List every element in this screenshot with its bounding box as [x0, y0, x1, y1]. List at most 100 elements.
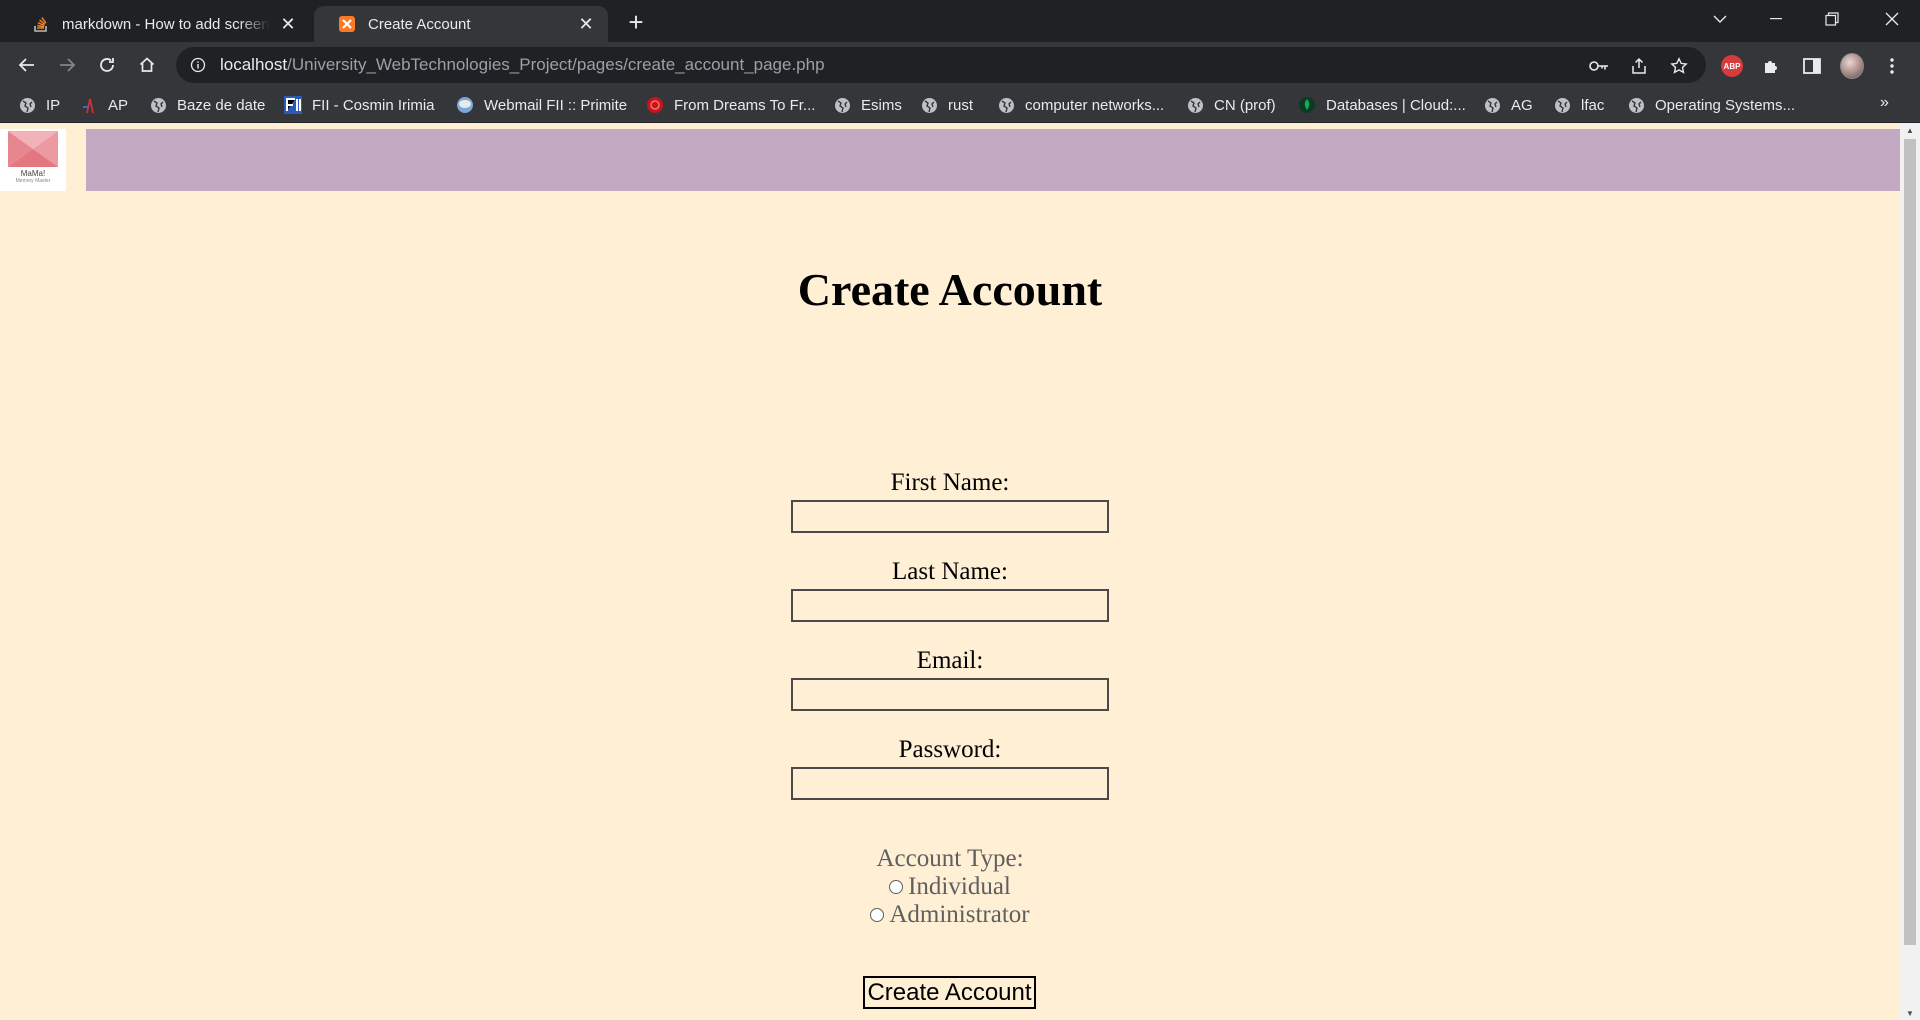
forward-button[interactable] — [51, 49, 83, 81]
first-name-label: First Name: — [890, 469, 1010, 496]
logo-subtext: Memory Master — [15, 178, 51, 184]
globe-icon — [833, 96, 851, 114]
radio-label: Individual — [908, 873, 1011, 900]
email-input[interactable] — [791, 678, 1109, 711]
bookmark-baze-de-date[interactable]: Baze de date — [149, 94, 265, 116]
bookmark-label: IP — [46, 96, 61, 114]
bookmark-label: Operating Systems... — [1655, 96, 1796, 114]
close-tab-icon[interactable]: ✕ — [576, 14, 596, 34]
bookmark-ap[interactable]: AP — [80, 94, 128, 116]
close-tab-icon[interactable]: ✕ — [278, 14, 298, 34]
extensions-puzzle-icon[interactable] — [1760, 54, 1784, 78]
password-label: Password: — [898, 736, 1002, 763]
radio-button-icon[interactable] — [889, 880, 904, 894]
page-viewport: MaMa! Memory Master Create Account First… — [0, 123, 1900, 1020]
account-type-label: Account Type: — [876, 845, 1024, 872]
bookmark-rust[interactable]: rust — [920, 94, 973, 116]
restore-button[interactable] — [1804, 0, 1860, 38]
radio-option-administrator[interactable]: Administrator — [0, 901, 1900, 929]
bookmark-webmail-fii[interactable]: Webmail FII :: Primite — [456, 94, 627, 116]
bookmark-ag[interactable]: AG — [1483, 94, 1533, 116]
back-button[interactable] — [11, 49, 43, 81]
share-icon[interactable] — [1628, 55, 1650, 77]
bookmark-label: rust — [948, 96, 974, 114]
webmail-icon — [456, 96, 474, 114]
globe-icon — [1186, 96, 1204, 114]
bookmark-label: Databases | Cloud:... — [1326, 96, 1466, 114]
bookmark-label: lfac — [1581, 96, 1605, 114]
new-tab-button[interactable]: + — [622, 7, 650, 37]
address-bar[interactable]: localhost/University_WebTechnologies_Pro… — [176, 47, 1706, 83]
xampp-icon — [338, 15, 356, 33]
bookmark-label: Webmail FII :: Primite — [484, 96, 628, 114]
reload-button[interactable] — [91, 49, 123, 81]
tab-search-icon[interactable] — [1692, 0, 1748, 38]
bookmark-computer-networks[interactable]: computer networks... — [997, 94, 1164, 116]
password-input[interactable] — [791, 767, 1109, 800]
minimize-button[interactable] — [1748, 0, 1804, 38]
bookmark-from-dreams[interactable]: From Dreams To Fr... — [646, 94, 815, 116]
globe-icon — [1627, 96, 1645, 114]
bookmark-label: computer networks... — [1025, 96, 1165, 114]
url-text: localhost/University_WebTechnologies_Pro… — [220, 55, 825, 74]
scrollbar-thumb[interactable] — [1904, 139, 1916, 945]
first-name-input[interactable] — [791, 500, 1109, 533]
bookmark-cn-prof[interactable]: CN (prof) — [1186, 94, 1276, 116]
radio-option-individual[interactable]: Individual — [0, 873, 1900, 901]
page-scrollbar[interactable]: ▲ ▼ — [1900, 123, 1920, 1020]
scroll-down-arrow-icon[interactable]: ▼ — [1900, 1006, 1920, 1020]
bookmark-operating-systems[interactable]: Operating Systems... — [1627, 94, 1795, 116]
last-name-input[interactable] — [791, 589, 1109, 622]
page-title: Create Account — [797, 264, 1103, 315]
site-header-bar — [86, 129, 1900, 191]
close-window-button[interactable] — [1864, 0, 1920, 38]
fii-icon — [284, 96, 302, 114]
globe-icon — [997, 96, 1015, 114]
bookmarks-overflow-icon[interactable]: » — [1880, 94, 1889, 112]
bookmark-label: Esims — [861, 96, 902, 114]
red-circle-icon — [646, 96, 664, 114]
globe-icon — [1553, 96, 1571, 114]
bookmark-label: From Dreams To Fr... — [674, 96, 816, 114]
side-panel-icon[interactable] — [1800, 54, 1824, 78]
browser-toolbar: localhost/University_WebTechnologies_Pro… — [0, 42, 1920, 88]
globe-icon — [18, 96, 36, 114]
tab-strip: markdown - How to add screenshot ✕ Creat… — [0, 0, 1920, 42]
bookmark-label: CN (prof) — [1214, 96, 1276, 114]
bookmark-databases-cloud[interactable]: Databases | Cloud:... — [1298, 94, 1466, 116]
ap-icon — [80, 96, 98, 114]
bookmark-label: AP — [108, 96, 129, 114]
adblock-plus-icon[interactable]: ABP — [1720, 54, 1744, 78]
tab-create-account[interactable]: Create Account ✕ — [314, 6, 608, 42]
tab-markdown[interactable]: markdown - How to add screenshot ✕ — [8, 6, 310, 42]
stackoverflow-icon — [32, 15, 50, 33]
scroll-up-arrow-icon[interactable]: ▲ — [1900, 123, 1920, 137]
bookmark-label: Baze de date — [177, 96, 266, 114]
globe-icon — [920, 96, 938, 114]
bookmarks-bar: IP AP Baze de date FII - Cosmin Irimia W… — [0, 88, 1920, 122]
home-button[interactable] — [131, 49, 163, 81]
site-logo[interactable]: MaMa! Memory Master — [0, 129, 66, 191]
bookmark-esims[interactable]: Esims — [833, 94, 902, 116]
chrome-menu-icon[interactable] — [1880, 54, 1904, 78]
tab-title: Create Account — [368, 15, 471, 33]
globe-icon — [1483, 96, 1501, 114]
bookmark-label: FII - Cosmin Irimia — [312, 96, 435, 114]
site-info-icon[interactable] — [188, 55, 208, 75]
radio-label: Administrator — [889, 901, 1030, 928]
logo-text: MaMa! — [20, 169, 46, 178]
logo-mark-icon — [8, 131, 58, 167]
bookmark-ip[interactable]: IP — [18, 94, 60, 116]
bookmark-star-icon[interactable] — [1668, 55, 1690, 77]
bookmark-label: AG — [1511, 96, 1533, 114]
email-label: Email: — [916, 647, 984, 674]
bookmark-fii-cosmin-irimia[interactable]: FII - Cosmin Irimia — [284, 94, 435, 116]
create-account-button[interactable]: Create Account — [863, 976, 1036, 1009]
globe-icon — [149, 96, 167, 114]
radio-button-icon[interactable] — [870, 908, 885, 922]
bookmark-lfac[interactable]: lfac — [1553, 94, 1604, 116]
last-name-label: Last Name: — [892, 558, 1008, 585]
tab-title: markdown - How to add screenshot — [62, 15, 270, 33]
profile-avatar[interactable] — [1840, 53, 1864, 79]
password-key-icon[interactable] — [1588, 55, 1610, 77]
